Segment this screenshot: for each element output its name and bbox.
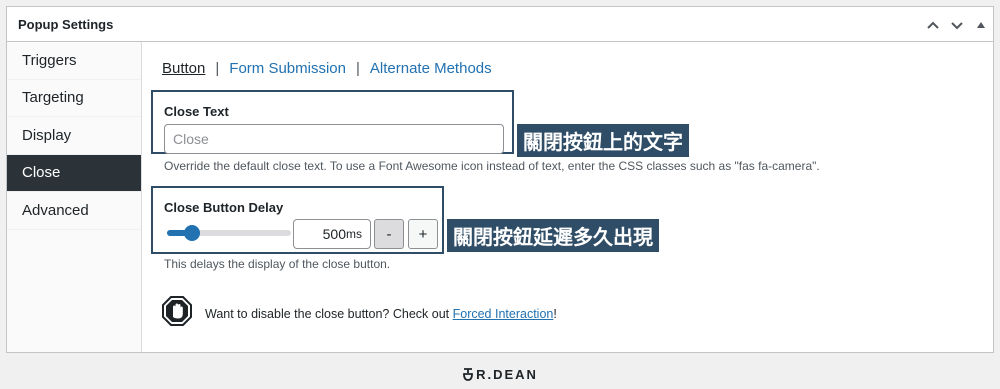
close-delay-slider[interactable] [167, 225, 291, 241]
subnav-button[interactable]: Button [162, 60, 205, 77]
close-delay-label: Close Button Delay [164, 200, 284, 215]
forced-interaction-link[interactable]: Forced Interaction [453, 307, 554, 321]
close-delay-callout: 關閉按鈕延遲多久出現 [447, 219, 659, 252]
close-delay-value-input[interactable]: 500 ms [293, 219, 371, 249]
subsection-nav: Button | Form Submission | Alternate Met… [162, 60, 492, 77]
chevron-up-icon[interactable] [921, 13, 945, 37]
brand-mark-icon [463, 368, 473, 381]
sidebar-item-display[interactable]: Display [7, 117, 141, 155]
close-delay-value: 500 [322, 226, 346, 242]
sidebar-item-targeting[interactable]: Targeting [7, 80, 141, 117]
increment-button[interactable]: + [408, 219, 438, 249]
notice-text: Want to disable the close button? Check … [205, 307, 557, 321]
notice-message: Want to disable the close button? Check … [205, 306, 453, 321]
hand-stop-icon [162, 296, 192, 331]
sidebar-item-label: Triggers [22, 51, 77, 69]
sidebar-item-label: Targeting [22, 89, 84, 107]
close-delay-description: This delays the display of the close but… [164, 257, 391, 271]
brand-logo: R.DEAN [462, 367, 538, 382]
close-text-callout: 關閉按鈕上的文字 [517, 124, 689, 157]
sidebar-item-label: Display [22, 126, 72, 144]
sidebar-item-label: Close [22, 164, 61, 182]
subnav-form-submission[interactable]: Form Submission [229, 60, 346, 77]
forced-interaction-notice: Want to disable the close button? Check … [162, 296, 557, 331]
slider-thumb[interactable] [183, 225, 200, 241]
subnav-separator: | [355, 60, 360, 77]
chevron-down-icon[interactable] [945, 13, 969, 37]
brand-name: R.DEAN [476, 366, 538, 382]
close-text-label: Close Text [164, 104, 229, 119]
sidebar-item-advanced[interactable]: Advanced [7, 192, 141, 230]
popup-settings-panel: Popup Settings Triggers Targeting Displa… [6, 6, 994, 353]
settings-content: Button | Form Submission | Alternate Met… [143, 42, 993, 352]
close-text-description: Override the default close text. To use … [164, 159, 820, 173]
sidebar-item-triggers[interactable]: Triggers [7, 42, 141, 80]
notice-suffix: ! [553, 306, 557, 321]
footer: R.DEAN [0, 359, 1000, 389]
settings-sidebar: Triggers Targeting Display Close Advance… [7, 42, 142, 352]
subnav-alternate-methods[interactable]: Alternate Methods [370, 60, 492, 77]
panel-controls [921, 7, 993, 42]
sidebar-item-label: Advanced [22, 201, 89, 219]
decrement-button[interactable]: - [374, 219, 404, 249]
subnav-separator: | [215, 60, 220, 77]
panel-title: Popup Settings [18, 16, 114, 32]
sidebar-item-close[interactable]: Close [7, 154, 141, 192]
close-text-input[interactable] [164, 124, 504, 154]
triangle-up-icon[interactable] [969, 13, 993, 37]
close-delay-unit: ms [346, 227, 362, 241]
panel-header: Popup Settings [7, 7, 993, 42]
